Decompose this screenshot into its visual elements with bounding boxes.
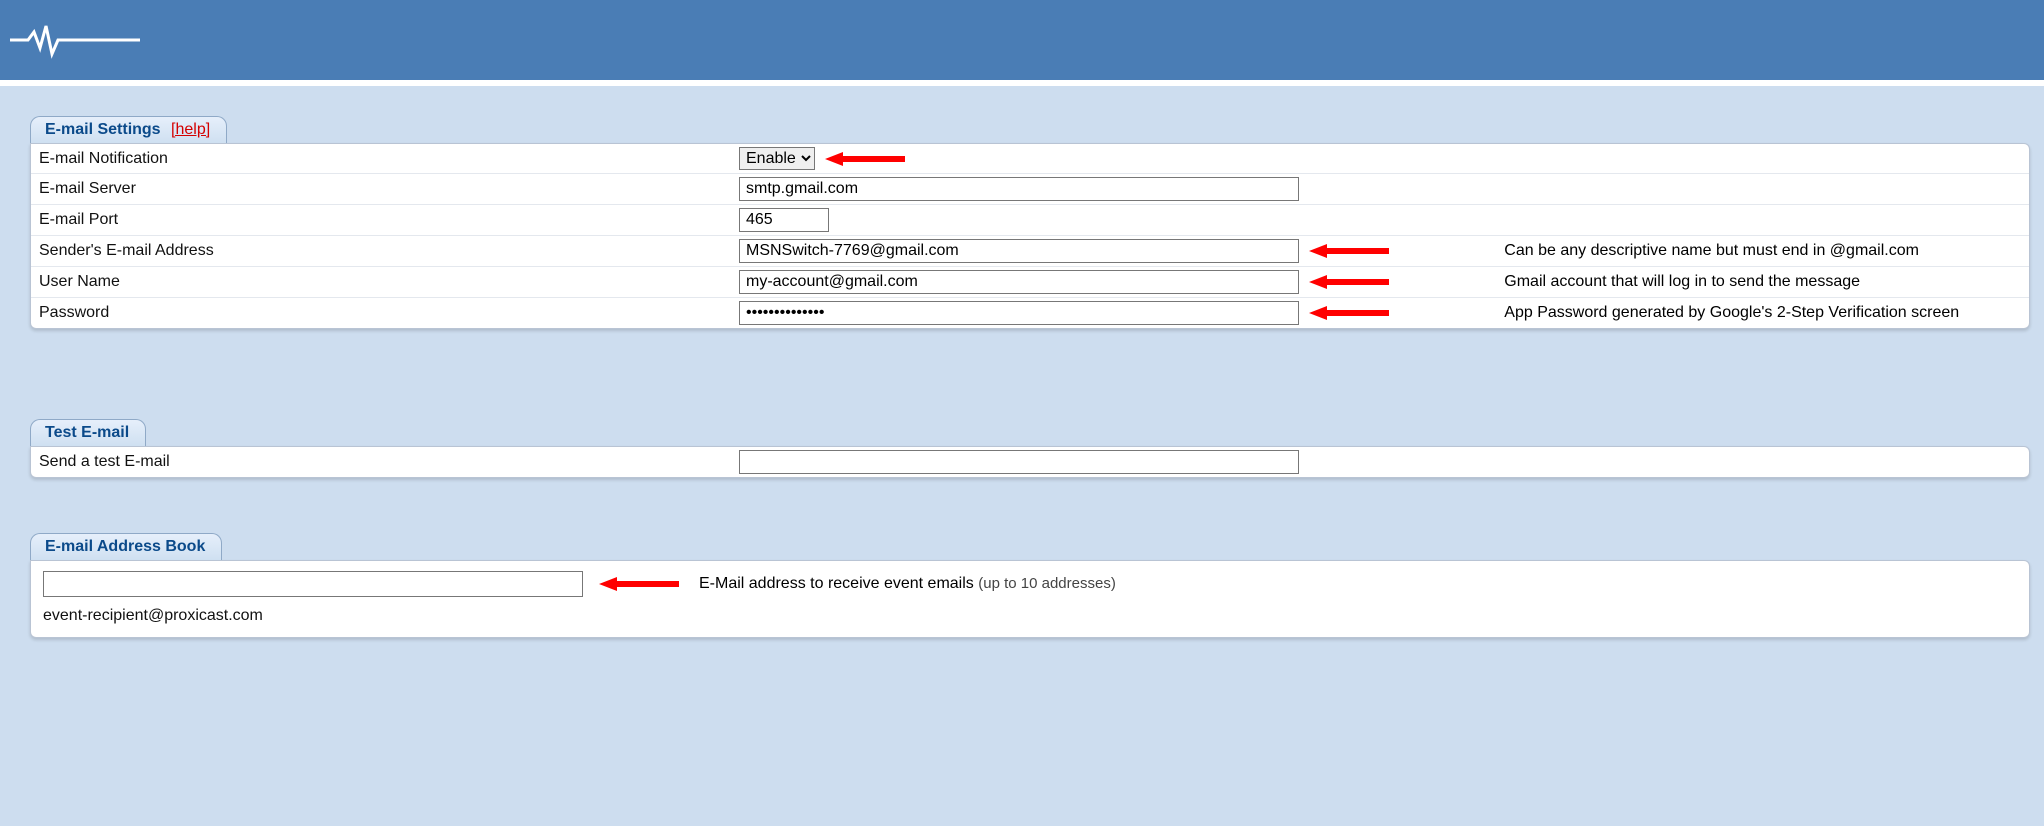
label-email-server: E-mail Server: [39, 180, 136, 197]
annotation-arrow-icon: [1309, 304, 1389, 322]
tab-title: Test E-mail: [45, 424, 129, 441]
row-send-test: Send a test E-mail: [31, 447, 2029, 477]
tab-address-book: E-mail Address Book: [30, 533, 222, 560]
app-header: [0, 0, 2044, 80]
email-port-input[interactable]: [739, 208, 829, 232]
tab-title: E-mail Settings: [45, 121, 161, 138]
email-server-input[interactable]: [739, 177, 1299, 201]
test-email-input[interactable]: [739, 450, 1299, 474]
tab-email-settings: E-mail Settings [help]: [30, 116, 227, 143]
address-book-caption: E-Mail address to receive event emails (…: [699, 575, 1116, 593]
section-email-settings: E-mail Settings [help] E-mail Notificati…: [30, 116, 2044, 329]
tab-test-email: Test E-mail: [30, 419, 146, 446]
panel-email-settings: E-mail Notification Enable: [30, 143, 2030, 329]
annotation-user: Gmail account that will log in to send t…: [1504, 273, 1860, 290]
label-password: Password: [39, 304, 109, 321]
user-name-input[interactable]: [739, 270, 1299, 294]
label-email-port: E-mail Port: [39, 211, 118, 228]
row-sender-address: Sender's E-mail Address Can be any descr…: [31, 236, 2029, 267]
annotation-arrow-icon: [599, 575, 679, 593]
label-user-name: User Name: [39, 273, 120, 290]
section-address-book: E-mail Address Book E-Mail address to re…: [30, 533, 2044, 638]
annotation-arrow-icon: [825, 150, 905, 168]
row-password: Password App Password generated by Googl…: [31, 298, 2029, 329]
section-test-email: Test E-mail Send a test E-mail: [30, 419, 2044, 478]
label-send-test: Send a test E-mail: [39, 453, 170, 470]
annotation-sender: Can be any descriptive name but must end…: [1504, 242, 1919, 259]
panel-address-book: E-Mail address to receive event emails (…: [30, 560, 2030, 638]
row-email-port: E-mail Port: [31, 205, 2029, 236]
row-email-notification: E-mail Notification Enable: [31, 144, 2029, 174]
password-input[interactable]: [739, 301, 1299, 325]
row-email-server: E-mail Server: [31, 174, 2029, 205]
sender-address-input[interactable]: [739, 239, 1299, 263]
tab-title: E-mail Address Book: [45, 538, 205, 555]
help-link[interactable]: [help]: [171, 121, 210, 138]
annotation-arrow-icon: [1309, 242, 1389, 260]
panel-test-email: Send a test E-mail: [30, 446, 2030, 478]
annotation-arrow-icon: [1309, 273, 1389, 291]
address-book-input[interactable]: [43, 571, 583, 597]
email-notification-select[interactable]: Enable: [739, 147, 815, 170]
caption-sub: (up to 10 addresses): [978, 575, 1116, 592]
label-sender-address: Sender's E-mail Address: [39, 242, 214, 259]
page-body: E-mail Settings [help] E-mail Notificati…: [0, 80, 2044, 826]
label-email-notification: E-mail Notification: [39, 150, 168, 167]
heartbeat-icon: [10, 20, 140, 60]
caption-main: E-Mail address to receive event emails: [699, 575, 978, 592]
address-book-entry: event-recipient@proxicast.com: [43, 607, 2017, 625]
row-user-name: User Name Gmail account that will log in…: [31, 267, 2029, 298]
annotation-password: App Password generated by Google's 2-Ste…: [1504, 304, 1959, 321]
